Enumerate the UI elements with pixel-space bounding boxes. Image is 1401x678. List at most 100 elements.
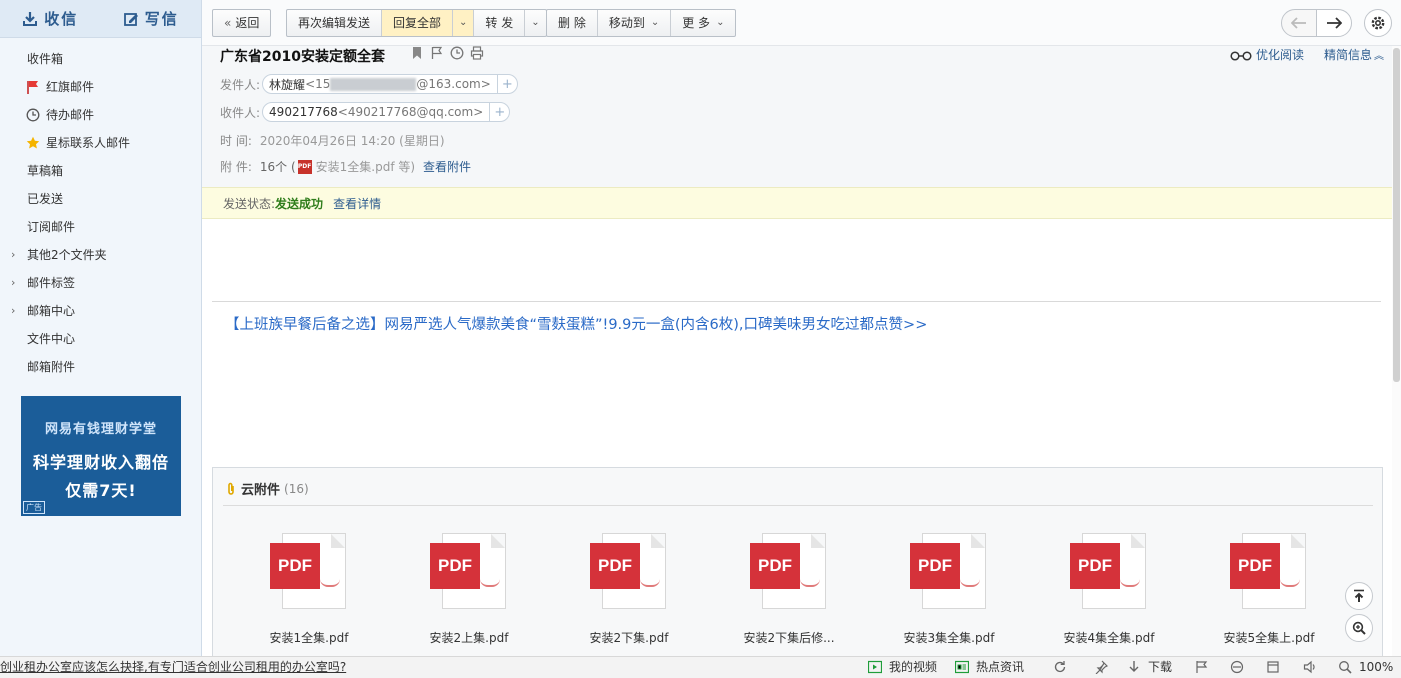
attachment-item[interactable]: PDF 安装2上集.pdf [399, 533, 539, 646]
folder-tags[interactable]: › 邮件标签 [0, 269, 201, 297]
folder-label: 待办邮件 [46, 108, 95, 122]
zoom-in-icon [1352, 621, 1366, 635]
precise-info-link[interactable]: 精简信息 ︽ [1324, 46, 1384, 63]
send-status-value: 发送成功 [275, 197, 324, 211]
news-ticker-link[interactable]: 创业租办公室应该怎么抉择,有专门适合创业公司租用的办公室吗? [0, 657, 346, 677]
ad-banner[interactable]: 网易有钱理财学堂 科学理财收入翻倍 仅需7天! 广告 [21, 396, 181, 516]
refresh-icon [1054, 661, 1066, 673]
window-icon [1267, 661, 1279, 673]
glasses-icon [1230, 50, 1252, 61]
folder-label: 已发送 [27, 192, 64, 206]
ie-button[interactable] [1230, 657, 1251, 677]
folder-drafts[interactable]: 草稿箱 [0, 157, 201, 185]
attachment-item[interactable]: PDF 安装2下集.pdf [559, 533, 699, 646]
folder-starred[interactable]: 星标联系人邮件 [0, 129, 201, 157]
reply-group: 再次编辑发送 回复全部 ⌄ 转 发 ⌄ [286, 9, 547, 37]
reply-all-button[interactable]: 回复全部 [382, 10, 454, 36]
folder-todo[interactable]: 待办邮件 [0, 101, 201, 129]
arrow-right-icon [1327, 17, 1342, 29]
prev-mail-button[interactable] [1281, 9, 1317, 37]
folder-other[interactable]: › 其他2个文件夹 [0, 241, 201, 269]
back-to-top-button[interactable] [1345, 582, 1373, 610]
optimize-read-link[interactable]: 优化阅读 [1230, 46, 1304, 63]
ad-line-1: 网易有钱理财学堂 [44, 422, 157, 437]
clock-icon[interactable] [450, 46, 464, 60]
pdf-file-icon: PDF [270, 533, 348, 609]
from-row: 发件人: 林旋耀 <15 @163.com> + [220, 74, 518, 94]
hot-news-button[interactable]: 热点资讯 [955, 657, 1024, 677]
pdf-file-icon: PDF [1230, 533, 1308, 609]
to-chip[interactable]: 490217768 <490217768@qq.com> + [262, 102, 511, 122]
reply-dropdown-icon[interactable]: ⌄ [453, 10, 475, 36]
promo-link[interactable]: 【上班族早餐后备之选】网易严选人气爆款美食“雪麸蛋糕”!9.9元一盒(内含6枚)… [225, 313, 927, 334]
flag-status-button[interactable] [1195, 657, 1216, 677]
next-mail-button[interactable] [1316, 9, 1352, 37]
delete-button[interactable]: 删 除 [547, 10, 598, 36]
mail-toolbar: «返回 再次编辑发送 回复全部 ⌄ 转 发 ⌄ 删 除 移动到 ⌄ 更 多 ⌄ [202, 0, 1401, 46]
chevron-right-icon[interactable]: › [11, 269, 15, 297]
more-button[interactable]: 更 多 ⌄ [671, 10, 735, 36]
pdf-file-icon: PDF [910, 533, 988, 609]
time-value: 2020年04月26日 14:20 (星期日) [259, 134, 445, 148]
add-contact-icon[interactable]: + [496, 75, 517, 93]
receive-button[interactable]: 收信 [0, 0, 101, 37]
attachment-name: 安装4集全集.pdf [1063, 631, 1155, 645]
settings-button[interactable] [1364, 9, 1392, 37]
time-label: 时 间: [220, 134, 252, 148]
attachment-item[interactable]: PDF 安装2下集后修... [719, 533, 859, 646]
folder-inbox[interactable]: 收件箱 [0, 45, 201, 73]
folder-mail-center[interactable]: › 邮箱中心 [0, 297, 201, 325]
view-detail-link[interactable]: 查看详情 [333, 197, 381, 211]
from-name: 林旋耀 [269, 77, 306, 92]
folder-label: 文件中心 [27, 332, 76, 346]
from-addr-suffix: @163.com> [416, 77, 491, 91]
zoom-level-button[interactable]: 100% [1338, 657, 1393, 677]
from-chip[interactable]: 林旋耀 <15 @163.com> + [262, 74, 518, 94]
back-button[interactable]: «返回 [213, 10, 270, 36]
attachment-item[interactable]: PDF 安装1全集.pdf [239, 533, 379, 646]
download-label: 下载 [1148, 660, 1173, 674]
attachment-name: 安装3集全集.pdf [903, 631, 995, 645]
folder-subscriptions[interactable]: 订阅邮件 [0, 213, 201, 241]
hot-news-label: 热点资讯 [976, 660, 1025, 674]
attachment-item[interactable]: PDF 安装3集全集.pdf [879, 533, 1019, 646]
attachment-name: 安装1全集.pdf [269, 631, 349, 645]
pin-button[interactable] [1094, 657, 1115, 677]
clock-icon [26, 108, 40, 122]
mail-subject: 广东省2010安装定额全套 [220, 49, 385, 65]
volume-button[interactable] [1303, 657, 1324, 677]
move-to-button[interactable]: 移动到 ⌄ [598, 10, 672, 36]
compose-button[interactable]: 写信 [101, 0, 202, 37]
folder-attachments[interactable]: 邮箱附件 [0, 353, 201, 381]
flag-icon[interactable] [430, 46, 444, 60]
view-attach-link[interactable]: 查看附件 [423, 158, 471, 175]
folder-label: 其他2个文件夹 [27, 248, 107, 262]
bookmark-icon[interactable] [410, 46, 424, 60]
edit-resend-button[interactable]: 再次编辑发送 [287, 10, 383, 36]
download-button[interactable]: 下载 [1127, 657, 1172, 677]
more-label: 更 多 [682, 16, 711, 30]
forward-dropdown-icon[interactable]: ⌄ [525, 10, 545, 36]
folder-red-flag[interactable]: 红旗邮件 [0, 73, 201, 101]
cloud-attachments: 云附件 (16) PDF 安装1全集.pdf PDF 安装2上集.pdf PDF… [212, 467, 1383, 656]
add-contact-icon[interactable]: + [489, 103, 509, 121]
forward-button[interactable]: 转 发 [474, 10, 526, 36]
zoom-button[interactable] [1345, 614, 1373, 642]
to-name: 490217768 [269, 105, 338, 119]
folder-file-center[interactable]: 文件中心 [0, 325, 201, 353]
print-icon[interactable] [470, 46, 484, 60]
chevron-right-icon[interactable]: › [11, 297, 15, 325]
chevron-down-icon: ⌄ [650, 17, 660, 28]
my-video-button[interactable]: 我的视频 [868, 657, 937, 677]
folder-sent[interactable]: 已发送 [0, 185, 201, 213]
window-button[interactable] [1266, 657, 1287, 677]
chevron-down-icon: ⌄ [716, 17, 725, 28]
refresh-button[interactable] [1053, 657, 1074, 677]
attach-count: 16个 ( [259, 160, 296, 174]
paperclip-icon [228, 482, 234, 495]
chevron-right-icon[interactable]: › [11, 241, 15, 269]
attachment-item[interactable]: PDF 安装4集全集.pdf [1039, 533, 1179, 646]
to-row: 收件人: 490217768 <490217768@qq.com> + [220, 102, 511, 122]
attachment-item[interactable]: PDF 安装5全集上.pdf [1199, 533, 1339, 646]
scrollbar-thumb[interactable] [1393, 48, 1400, 382]
